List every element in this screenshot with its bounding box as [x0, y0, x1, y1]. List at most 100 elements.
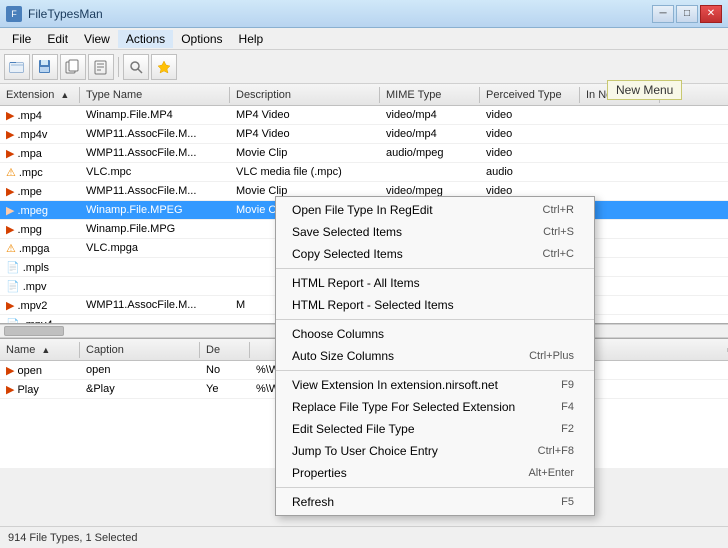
- ctx-shortcut: Ctrl+C: [543, 248, 574, 260]
- ctx-separator: [276, 319, 594, 320]
- lower-col-header-caption[interactable]: Caption: [80, 342, 200, 358]
- ctx-label: Edit Selected File Type: [292, 422, 415, 436]
- cell-typename: VLC.mpc: [80, 165, 230, 179]
- ctx-shortcut: F5: [561, 496, 574, 508]
- table-row[interactable]: ⚠.mpc VLC.mpc VLC media file (.mpc) audi…: [0, 163, 728, 182]
- ctx-shortcut: Alt+Enter: [528, 467, 574, 479]
- lower-col-header-name[interactable]: Name ▲: [0, 342, 80, 358]
- ctx-shortcut: Ctrl+R: [543, 204, 574, 216]
- menu-options[interactable]: Options: [173, 30, 230, 48]
- ctx-jump-userchoice[interactable]: Jump To User Choice Entry Ctrl+F8: [276, 440, 594, 462]
- col-header-desc[interactable]: Description: [230, 87, 380, 103]
- close-button[interactable]: ✕: [700, 5, 722, 23]
- ctx-refresh[interactable]: Refresh F5: [276, 491, 594, 513]
- menu-edit[interactable]: Edit: [39, 30, 76, 48]
- ctx-label: HTML Report - All Items: [292, 276, 420, 290]
- title-text: FileTypesMan: [28, 7, 103, 21]
- menu-actions[interactable]: Actions: [118, 30, 173, 48]
- ctx-save-selected[interactable]: Save Selected Items Ctrl+S: [276, 221, 594, 243]
- menu-help[interactable]: Help: [231, 30, 272, 48]
- cell-ext: ▶.mp4: [0, 108, 80, 123]
- cell-typename: WMP11.AssocFile.M...: [80, 184, 230, 198]
- menu-bar: File Edit View Actions Options Help: [0, 28, 728, 50]
- cell-inmenu: [580, 114, 660, 116]
- lower-cell-name: ▶open: [0, 363, 80, 378]
- ctx-replace-filetype[interactable]: Replace File Type For Selected Extension…: [276, 396, 594, 418]
- toolbar-btn-5[interactable]: [123, 54, 149, 80]
- new-menu-indicator: New Menu: [607, 80, 682, 100]
- table-row[interactable]: ▶.mpa WMP11.AssocFile.M... Movie Clip au…: [0, 144, 728, 163]
- cell-ext: ▶.mp4v: [0, 127, 80, 142]
- context-menu: Open File Type In RegEdit Ctrl+R Save Se…: [275, 196, 595, 516]
- ctx-shortcut: Ctrl+F8: [538, 445, 574, 457]
- col-header-typename[interactable]: Type Name: [80, 87, 230, 103]
- cell-typename: Winamp.File.MP4: [80, 108, 230, 122]
- ctx-separator: [276, 370, 594, 371]
- lower-cell-caption: &Play: [80, 382, 200, 396]
- toolbar: [0, 50, 728, 84]
- title-bar: F FileTypesMan ─ □ ✕: [0, 0, 728, 28]
- app-icon: F: [6, 6, 22, 22]
- cell-inmenu: [580, 133, 660, 135]
- cell-typename: WMP11.AssocFile.M...: [80, 127, 230, 141]
- ctx-separator: [276, 268, 594, 269]
- ctx-properties[interactable]: Properties Alt+Enter: [276, 462, 594, 484]
- ctx-shortcut: F9: [561, 379, 574, 391]
- cell-typename: [80, 266, 230, 268]
- cell-perceived: video: [480, 108, 580, 122]
- cell-mime: [380, 171, 480, 173]
- ctx-shortcut: F2: [561, 423, 574, 435]
- ctx-shortcut: F4: [561, 401, 574, 413]
- toolbar-btn-1[interactable]: [4, 54, 30, 80]
- menu-view[interactable]: View: [76, 30, 118, 48]
- ctx-open-regedit[interactable]: Open File Type In RegEdit Ctrl+R: [276, 199, 594, 221]
- table-row[interactable]: ▶.mp4 Winamp.File.MP4 MP4 Video video/mp…: [0, 106, 728, 125]
- cell-mime: video/mp4: [380, 108, 480, 122]
- scrollbar-thumb[interactable]: [4, 326, 64, 336]
- toolbar-separator: [118, 57, 119, 77]
- menu-file[interactable]: File: [4, 30, 39, 48]
- lower-cell-name: ▶Play: [0, 382, 80, 397]
- ctx-label: Properties: [292, 466, 347, 480]
- col-header-mime[interactable]: MIME Type: [380, 87, 480, 103]
- ctx-shortcut: Ctrl+Plus: [529, 350, 574, 362]
- ctx-view-extension[interactable]: View Extension In extension.nirsoft.net …: [276, 374, 594, 396]
- cell-typename: Winamp.File.MPG: [80, 222, 230, 236]
- toolbar-btn-4[interactable]: [88, 54, 114, 80]
- ctx-label: HTML Report - Selected Items: [292, 298, 454, 312]
- lower-col-header-def[interactable]: De: [200, 342, 250, 358]
- ctx-html-selected[interactable]: HTML Report - Selected Items: [276, 294, 594, 316]
- cell-perceived: video: [480, 127, 580, 141]
- new-menu-label: New Menu: [616, 83, 673, 97]
- toolbar-btn-2[interactable]: [32, 54, 58, 80]
- ctx-auto-size[interactable]: Auto Size Columns Ctrl+Plus: [276, 345, 594, 367]
- cell-ext: ⚠.mpc: [0, 165, 80, 180]
- cell-typename: WMP11.AssocFile.M...: [80, 146, 230, 160]
- cell-inmenu: [580, 152, 660, 154]
- status-bar: 914 File Types, 1 Selected: [0, 526, 728, 548]
- ctx-label: Auto Size Columns: [292, 349, 394, 363]
- ctx-html-all[interactable]: HTML Report - All Items: [276, 272, 594, 294]
- ctx-copy-selected[interactable]: Copy Selected Items Ctrl+C: [276, 243, 594, 265]
- cell-ext: ⚠.mpga: [0, 241, 80, 256]
- toolbar-btn-6[interactable]: [151, 54, 177, 80]
- maximize-button[interactable]: □: [676, 5, 698, 23]
- col-header-perceived[interactable]: Perceived Type: [480, 87, 580, 103]
- lower-cell-def: No: [200, 363, 250, 377]
- toolbar-btn-3[interactable]: [60, 54, 86, 80]
- status-text: 914 File Types, 1 Selected: [8, 532, 137, 544]
- ctx-label: View Extension In extension.nirsoft.net: [292, 378, 498, 392]
- minimize-button[interactable]: ─: [652, 5, 674, 23]
- cell-ext: ▶.mpg: [0, 222, 80, 237]
- col-header-ext[interactable]: Extension ▲: [0, 87, 80, 103]
- ctx-choose-columns[interactable]: Choose Columns: [276, 323, 594, 345]
- cell-inmenu: [580, 190, 660, 192]
- ctx-edit-filetype[interactable]: Edit Selected File Type F2: [276, 418, 594, 440]
- ctx-label: Choose Columns: [292, 327, 384, 341]
- table-row[interactable]: ▶.mp4v WMP11.AssocFile.M... MP4 Video vi…: [0, 125, 728, 144]
- cell-desc: Movie Clip: [230, 146, 380, 160]
- ctx-label: Open File Type In RegEdit: [292, 203, 433, 217]
- ctx-separator: [276, 487, 594, 488]
- cell-ext: ▶.mpa: [0, 146, 80, 161]
- cell-typename: VLC.mpga: [80, 241, 230, 255]
